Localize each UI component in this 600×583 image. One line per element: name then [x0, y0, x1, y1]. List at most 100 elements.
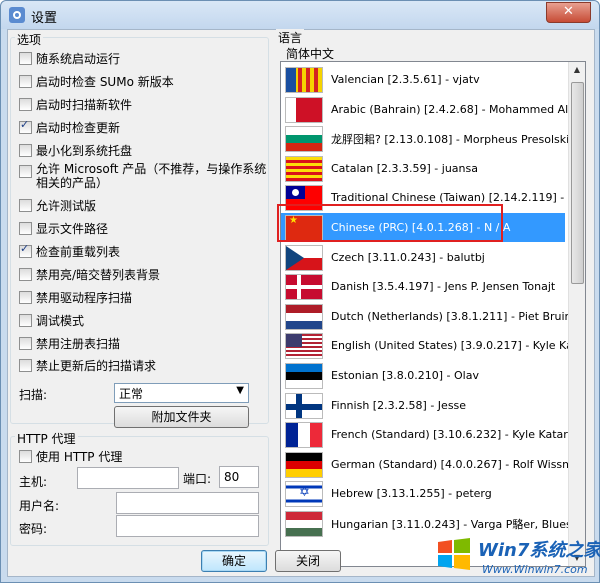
ok-button[interactable]: 确定 — [201, 550, 267, 572]
option-minimize-to-tray[interactable]: 最小化到系统托盘 — [19, 141, 132, 159]
option-start-with-system[interactable]: 随系统启动运行 — [19, 49, 120, 67]
language-item-label: Dutch (Netherlands) [3.8.1.211] - Piet B… — [331, 310, 586, 323]
list-item[interactable]: Catalan [2.3.3.59] - juansa — [281, 154, 565, 183]
list-item[interactable]: Czech [3.11.0.243] - balutbj — [281, 243, 565, 272]
windows-logo-icon — [438, 538, 470, 570]
usa-flag-icon — [285, 332, 323, 359]
estonia-flag-icon — [285, 362, 323, 389]
password-input[interactable] — [116, 515, 259, 537]
bahrain-flag-icon — [285, 96, 323, 123]
france-flag-icon — [285, 421, 323, 448]
netherlands-flag-icon — [285, 303, 323, 330]
checkbox[interactable] — [19, 336, 32, 350]
option-disable-registry-scan[interactable]: 禁用注册表扫描 — [19, 334, 120, 352]
close-window-button[interactable]: ✕ — [546, 2, 591, 23]
checkbox[interactable] — [19, 242, 32, 258]
list-item[interactable]: Valencian [2.3.5.61] - vjatv — [281, 65, 565, 94]
scan-mode-select[interactable]: 正常 ▼ — [114, 383, 249, 403]
port-value: 80 — [224, 470, 240, 484]
option-use-http-proxy[interactable]: 使用 HTTP 代理 — [19, 447, 122, 465]
language-item-label: Arabic (Bahrain) [2.4.2.68] - Mohammed A… — [331, 103, 586, 116]
option-reload-list[interactable]: 检查前重载列表 — [19, 242, 120, 260]
option-show-file-path[interactable]: 显示文件路径 — [19, 219, 108, 237]
checkbox[interactable] — [19, 97, 32, 111]
israel-flag-icon: ✡ — [285, 480, 323, 507]
list-item[interactable]: Finnish [2.3.2.58] - Jesse — [281, 391, 565, 420]
option-disable-alternate-bg[interactable]: 禁用亮/暗交替列表背景 — [19, 265, 160, 283]
language-item-label: Estonian [3.8.0.210] - Olav — [331, 369, 479, 382]
list-item[interactable]: Traditional Chinese (Taiwan) [2.14.2.119… — [281, 183, 585, 212]
option-debug-mode[interactable]: 调试模式 — [19, 311, 84, 329]
taiwan-flag-icon — [285, 184, 323, 211]
checkbox[interactable] — [19, 143, 32, 157]
scrollbar-thumb[interactable] — [571, 82, 584, 284]
language-item-label: French (Standard) [3.10.6.232] - Kyle Ka… — [331, 428, 575, 441]
http-group-label: HTTP 代理 — [15, 430, 78, 447]
option-label: 随系统启动运行 — [36, 51, 121, 66]
option-label: 启动时检查 SUMo 新版本 — [36, 74, 174, 89]
denmark-flag-icon — [285, 273, 323, 300]
close-button[interactable]: 关闭 — [275, 550, 341, 572]
language-item-label: Catalan [2.3.3.59] - juansa — [331, 162, 478, 175]
http-proxy-group: HTTP 代理 使用 HTTP 代理 主机: 端口: 80 用户名: 密码: — [10, 430, 269, 546]
list-item[interactable]: Danish [3.5.4.197] - Jens P. Jensen Tona… — [281, 272, 565, 301]
list-item[interactable]: 龙脬囹耜? [2.13.0.108] - Morpheus Presolski — [281, 124, 569, 153]
checkbox[interactable] — [19, 313, 32, 327]
attach-folder-button[interactable]: 附加文件夹 — [114, 406, 249, 428]
checkbox[interactable] — [19, 449, 32, 463]
option-label: 禁用驱动程序扫描 — [36, 290, 133, 305]
checkbox[interactable] — [19, 74, 32, 88]
checkbox[interactable] — [19, 267, 32, 281]
username-label: 用户名: — [19, 499, 60, 513]
valencia-flag-icon — [285, 66, 323, 93]
option-label: 调试模式 — [36, 313, 85, 328]
option-allow-beta[interactable]: 允许测试版 — [19, 196, 96, 214]
language-group-label: 语言 — [276, 29, 305, 46]
checkbox[interactable] — [19, 165, 32, 178]
list-item[interactable]: Estonian [3.8.0.210] - Olav — [281, 361, 565, 390]
option-label: 使用 HTTP 代理 — [36, 449, 123, 464]
port-label: 端口: — [183, 472, 212, 486]
window-title: 设置 — [31, 11, 58, 26]
list-item[interactable]: English (United States) [3.9.0.217] - Ky… — [281, 331, 585, 360]
option-allow-microsoft[interactable]: 允许 Microsoft 产品（不推荐，与操作系统相关的产品） — [19, 162, 276, 190]
option-no-scan-after-update[interactable]: 禁止更新后的扫描请求 — [19, 356, 156, 374]
username-input[interactable] — [116, 492, 259, 514]
password-label: 密码: — [19, 522, 48, 536]
germany-flag-icon — [285, 451, 323, 478]
port-input[interactable]: 80 — [219, 466, 259, 488]
bulgaria-flag-icon — [285, 125, 323, 152]
option-label: 最小化到系统托盘 — [36, 143, 133, 158]
settings-dialog: 设置 ✕ 选项 随系统启动运行 启动时检查 SUMo 新版本 启动时扫描新软件 … — [0, 0, 600, 583]
list-item[interactable]: German (Standard) [4.0.0.267] - Rolf Wis… — [281, 450, 585, 479]
option-check-updates[interactable]: 启动时检查更新 — [19, 118, 120, 136]
checkbox[interactable] — [19, 290, 32, 304]
settings-app-icon — [9, 7, 25, 23]
language-list[interactable]: Valencian [2.3.5.61] - vjatv Arabic (Bah… — [280, 61, 586, 567]
language-item-label: Danish [3.5.4.197] - Jens P. Jensen Tona… — [331, 280, 556, 293]
option-disable-driver-scan[interactable]: 禁用驱动程序扫描 — [19, 288, 132, 306]
list-item[interactable]: French (Standard) [3.10.6.232] - Kyle Ka… — [281, 420, 575, 449]
czech-flag-icon — [285, 244, 323, 271]
checkbox[interactable] — [19, 118, 32, 134]
watermark-text: Win7系统之家 — [478, 540, 600, 561]
dialog-client-area: 选项 随系统启动运行 启动时检查 SUMo 新版本 启动时扫描新软件 启动时检查… — [7, 29, 595, 577]
checkbox[interactable] — [19, 221, 32, 235]
list-item-selected[interactable]: ★ Chinese (PRC) [4.0.1.268] - N / A — [281, 213, 565, 242]
checkbox[interactable] — [19, 358, 32, 372]
option-check-sumo-version[interactable]: 启动时检查 SUMo 新版本 — [19, 72, 174, 90]
option-label: 禁用注册表扫描 — [36, 336, 121, 351]
host-input[interactable] — [77, 467, 179, 489]
language-list-scrollbar[interactable]: ▲ ▼ — [568, 62, 585, 566]
chevron-down-icon: ▼ — [236, 385, 244, 396]
option-scan-new-software[interactable]: 启动时扫描新软件 — [19, 95, 132, 113]
checkbox[interactable] — [19, 51, 32, 65]
list-item[interactable]: Arabic (Bahrain) [2.4.2.68] - Mohammed A… — [281, 95, 585, 124]
checkbox[interactable] — [19, 198, 32, 212]
watermark-url: Www.Winwin7.com — [482, 563, 588, 576]
title-bar[interactable]: 设置 ✕ — [1, 1, 599, 29]
scroll-up-icon[interactable]: ▲ — [570, 62, 584, 78]
language-item-label: German (Standard) [4.0.0.267] - Rolf Wis… — [331, 458, 586, 471]
list-item[interactable]: ✡ Hebrew [3.13.1.255] - peterg — [281, 479, 565, 508]
list-item[interactable]: Dutch (Netherlands) [3.8.1.211] - Piet B… — [281, 302, 585, 331]
